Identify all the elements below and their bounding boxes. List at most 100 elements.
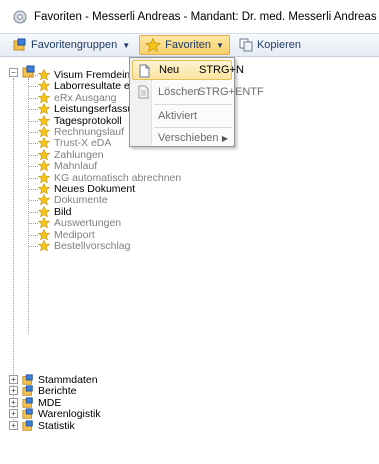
tree-expander[interactable]: + (9, 386, 18, 396)
delete-document-icon (138, 85, 149, 99)
menu-item-label: Aktiviert (158, 110, 198, 122)
tree-item-favorite[interactable]: eRx Ausgang (38, 91, 117, 104)
tree-item-favorite[interactable]: Trust-X eDA (38, 137, 111, 149)
tree-guide (29, 97, 38, 99)
favoriten-button[interactable]: Favoriten ▼ (139, 35, 230, 55)
menu-item-label: Löschen (158, 86, 200, 98)
tree-item-label: Zahlungen (54, 148, 104, 161)
menu-item-loeschen[interactable]: Löschen STRG+ENTF (132, 82, 264, 102)
tree-guide (29, 177, 38, 179)
tree-guide (29, 166, 38, 168)
star-icon (38, 194, 50, 206)
menu-item-verschieben[interactable]: Verschieben ▶ (132, 128, 232, 148)
tree-item-label: Bestellvorschlag (54, 240, 131, 252)
tree-item-label: eRx Ausgang (54, 91, 117, 104)
tree-item-group[interactable]: Warenlogistik (22, 408, 101, 420)
tree-item-favorite[interactable]: Auswertungen (38, 217, 121, 229)
star-icon (38, 217, 50, 229)
tree-item-favorite[interactable]: Mediport (38, 228, 95, 241)
tree-item-favorite[interactable]: KG automatisch abrechnen (38, 171, 182, 184)
tree-item-favorite[interactable]: Dokumente (38, 194, 108, 206)
tree-item-label: Rechnungslauf (54, 126, 125, 138)
tree-item-label: Stammdaten (38, 374, 98, 386)
tree-item-favorite[interactable]: Neues Dokument (38, 183, 135, 195)
tree-guide (29, 246, 38, 247)
tree-guide (13, 78, 14, 420)
tree-item-favorite[interactable]: Bild (38, 205, 72, 218)
new-document-icon (139, 64, 150, 78)
folder-flag-icon (22, 420, 33, 431)
tree-expander[interactable]: − (9, 68, 18, 77)
star-icon (38, 80, 50, 92)
menu-item-neu[interactable]: Neu STRG+N (132, 60, 244, 80)
tree-guide (29, 154, 38, 156)
folder-flag-icon (22, 374, 33, 385)
tree-guide (29, 132, 38, 133)
tree-expander[interactable]: + (9, 397, 18, 407)
star-icon (38, 160, 50, 172)
submenu-arrow-icon: ▶ (221, 133, 228, 143)
menu-separator (154, 104, 232, 105)
tree-item-group[interactable]: MDE (22, 397, 61, 409)
folder-flag-icon (13, 38, 26, 51)
star-icon (145, 38, 162, 52)
tree-item-label: KG automatisch abrechnen (54, 171, 182, 184)
tree-guide (29, 109, 38, 111)
tree-item-label: Neues Dokument (54, 183, 136, 195)
tree-item-label: Tagesprotokoll (54, 114, 122, 127)
tree-item-favorite[interactable]: Mahnlauf (38, 160, 97, 172)
menu-item-label: Verschieben (158, 132, 219, 144)
tree-item-favorite[interactable]: Zahlungen (38, 148, 104, 161)
kopieren-button[interactable]: Kopieren (234, 35, 306, 55)
tree-guide (29, 234, 38, 236)
tree-item-favorite[interactable]: Bestellvorschlag (38, 240, 130, 252)
chevron-down-icon: ▼ (122, 40, 131, 50)
tree-expander[interactable]: + (9, 420, 18, 430)
tree-item-favorite[interactable]: Rechnungslauf (38, 126, 124, 138)
menu-item-aktiviert[interactable]: Aktiviert (132, 106, 232, 126)
star-icon (38, 171, 50, 184)
tree-guide (29, 200, 38, 202)
star-icon (38, 126, 50, 138)
star-icon (38, 228, 50, 241)
toolbar: Favoritengruppen ▼ Favoriten ▼ Kopieren (0, 33, 379, 57)
tree-item-label: Mediport (54, 228, 95, 241)
star-icon (38, 240, 50, 252)
kopieren-label: Kopieren (256, 39, 301, 51)
folder-flag-icon (22, 385, 33, 397)
tree-expander[interactable]: + (9, 409, 18, 419)
tree-guide (29, 143, 38, 145)
title-bar: Favoriten - Messerli Andreas - Mandant: … (0, 0, 379, 33)
tree-item-label: Mahnlauf (54, 160, 98, 173)
star-icon (38, 114, 50, 127)
tree-expander[interactable]: + (9, 375, 18, 384)
tree-item-label: Dokumente (54, 194, 108, 207)
tree-item-group[interactable]: Statistik (22, 420, 75, 432)
tree-item-group[interactable]: Berichte (22, 385, 77, 397)
menu-item-label: Neu (159, 64, 180, 76)
tree-guide (29, 223, 38, 225)
tree-item-group[interactable]: Stammdaten (22, 374, 98, 386)
star-icon (38, 69, 50, 81)
favoriten-menu: Neu STRG+N Löschen STRG+ENTF Aktiviert V… (129, 57, 264, 148)
star-icon (38, 205, 50, 218)
window-title: Favoriten - Messerli Andreas - Mandant: … (34, 10, 377, 23)
app-icon (12, 9, 28, 25)
star-icon (38, 91, 50, 104)
folder-flag-icon (22, 408, 33, 419)
tree-item-label: MDE (38, 396, 62, 409)
folder-flag-icon (22, 397, 33, 408)
menu-item-shortcut: STRG+N (199, 64, 244, 76)
tree-item-label: Statistik (38, 419, 75, 432)
favoritengruppen-button[interactable]: Favoritengruppen ▼ (8, 35, 135, 55)
star-icon (38, 148, 50, 161)
tree-item-label: Auswertungen (54, 217, 122, 230)
tree-item-label: Bild (54, 205, 72, 218)
tree-guide (29, 211, 38, 213)
copy-icon (239, 38, 253, 52)
star-icon (38, 103, 50, 115)
star-icon (38, 183, 50, 195)
tree-item-label: Trust-X eDA (54, 137, 112, 150)
tree-guide (28, 78, 29, 334)
tree-item-favorite[interactable]: Tagesprotokoll (38, 114, 122, 127)
